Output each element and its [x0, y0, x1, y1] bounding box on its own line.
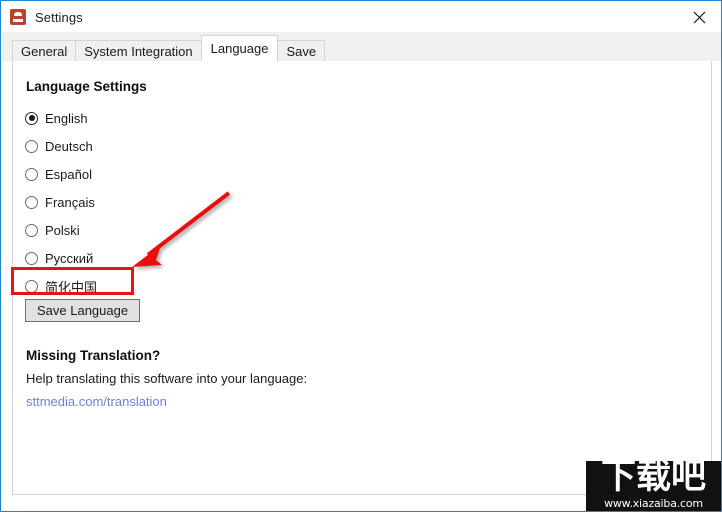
watermark: 下载吧 www.xiazaiba.com [586, 461, 721, 511]
radio-label: Русский [45, 250, 94, 266]
settings-window: Settings General System Integration Lang… [0, 0, 722, 512]
translation-link[interactable]: sttmedia.com/translation [26, 394, 167, 409]
radio-icon [25, 251, 38, 265]
radio-label: Español [45, 166, 92, 182]
radio-option-polski[interactable]: Polski [25, 216, 97, 244]
radio-icon [25, 195, 38, 209]
close-icon [693, 11, 705, 23]
page-title: Language Settings [26, 79, 147, 94]
tab-system-integration[interactable]: System Integration [75, 40, 202, 61]
watermark-logo-text: 下载吧 [600, 461, 706, 497]
radio-option-espanol[interactable]: Español [25, 160, 97, 188]
window-title: Settings [35, 9, 83, 25]
radio-icon [25, 223, 38, 237]
highlight-box-simplified-chinese [11, 267, 134, 295]
title-bar: Settings [2, 2, 721, 32]
radio-label: Français [45, 194, 95, 210]
missing-translation-help-text: Help translating this software into your… [26, 371, 308, 386]
close-button[interactable] [676, 2, 721, 32]
tab-language[interactable]: Language [200, 35, 279, 61]
radio-label: Polski [45, 222, 80, 238]
radio-option-francais[interactable]: Français [25, 188, 97, 216]
radio-option-deutsch[interactable]: Deutsch [25, 132, 97, 160]
radio-option-english[interactable]: English [25, 104, 97, 132]
radio-label: Deutsch [45, 138, 93, 154]
tab-save[interactable]: Save [277, 40, 326, 61]
missing-translation-heading: Missing Translation? [26, 348, 161, 363]
tab-general[interactable]: General [12, 40, 77, 61]
watermark-url-text: www.xiazaiba.com [604, 497, 703, 510]
radio-label: English [45, 110, 88, 126]
printer-icon [10, 9, 26, 25]
save-language-button[interactable]: Save Language [25, 299, 141, 322]
radio-icon [25, 167, 38, 181]
tab-bar: General System Integration Language Save [2, 32, 721, 61]
radio-icon [25, 139, 38, 153]
radio-icon [25, 111, 38, 125]
